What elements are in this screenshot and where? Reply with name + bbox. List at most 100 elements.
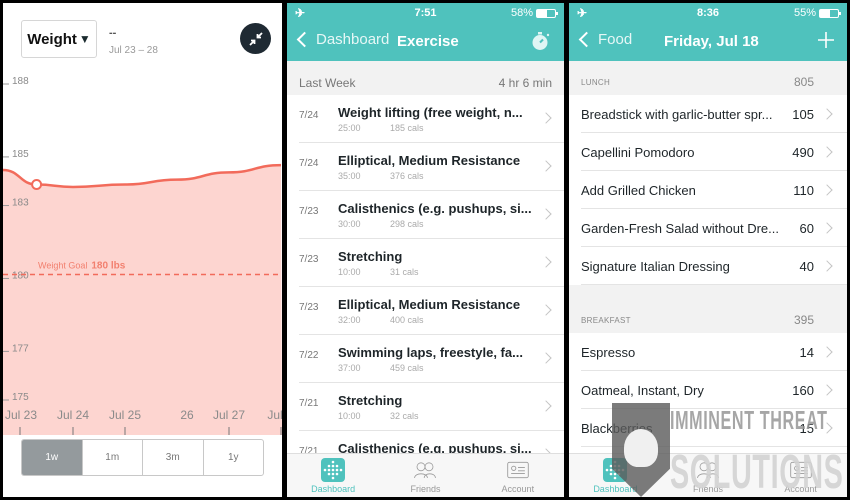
exercise-duration: 37:00 — [338, 363, 361, 373]
period-1w[interactable]: 1w — [22, 440, 83, 475]
exercise-duration: 25:00 — [338, 123, 361, 133]
tab-label: Dashboard — [593, 484, 638, 494]
nav-bar: Food Friday, Jul 18 — [569, 23, 847, 61]
weight-area-fill — [3, 165, 282, 435]
y-tick-label: 177 — [12, 343, 29, 354]
food-calories: 14 — [799, 345, 814, 360]
tab-label: Account — [501, 484, 535, 494]
friends-icon — [413, 458, 437, 482]
current-value: -- — [109, 27, 117, 39]
goal-label: Weight Goal 180 lbs — [38, 260, 126, 271]
goal-label-text: Weight Goal — [38, 260, 87, 270]
nav-bar: Dashboard Exercise — [287, 23, 564, 61]
weight-panel: Weight ▼ -- Jul 23 – 28 175 177 180 183 185 1… — [3, 3, 282, 497]
exercise-calories: 32 cals — [390, 411, 419, 421]
period-1m[interactable]: 1m — [83, 440, 143, 475]
tab-account[interactable]: Account — [754, 454, 847, 497]
collapse-arrows-icon — [248, 31, 263, 46]
exercise-row[interactable]: 7/23 Elliptical, Medium Resistance 32:00… — [299, 287, 564, 335]
stopwatch-icon — [532, 32, 550, 50]
chevron-right-icon — [821, 346, 833, 358]
weight-marker[interactable] — [31, 179, 43, 191]
back-button[interactable]: Dashboard — [293, 31, 389, 48]
back-label: Dashboard — [316, 31, 390, 48]
add-button[interactable] — [815, 29, 837, 56]
exercise-row[interactable]: 7/24 Elliptical, Medium Resistance 35:00… — [299, 143, 564, 191]
food-row[interactable]: Signature Italian Dressing 40 — [581, 247, 847, 285]
food-calories: 110 — [793, 183, 814, 198]
tab-label: Friends — [693, 484, 724, 494]
chevron-right-icon — [540, 208, 552, 220]
chevron-right-icon — [540, 160, 552, 172]
chevron-right-icon — [540, 112, 552, 124]
stopwatch-button[interactable] — [530, 30, 552, 57]
food-row[interactable]: Capellini Pomodoro 490 — [581, 133, 847, 171]
food-name: Espresso — [581, 345, 636, 360]
exercise-row[interactable]: 7/22 Swimming laps, freestyle, fa... 37:… — [299, 335, 564, 383]
x-tick-label: 26 — [180, 408, 194, 422]
exercise-date: 7/24 — [299, 158, 319, 169]
chevron-right-icon — [540, 352, 552, 364]
chevron-right-icon — [540, 400, 552, 412]
exercise-name: Weight lifting (free weight, n... — [338, 105, 523, 120]
period-selector: 1w 1m 3m 1y — [21, 439, 264, 476]
period-3m[interactable]: 3m — [143, 440, 204, 475]
page-title: Friday, Jul 18 — [664, 33, 759, 50]
chevron-right-icon — [821, 260, 833, 272]
tab-label: Friends — [410, 484, 441, 494]
exercise-date: 7/23 — [299, 302, 319, 313]
exercise-row[interactable]: 7/21 Stretching 10:00 32 cals — [299, 383, 564, 431]
food-row[interactable]: Espresso 14 — [581, 333, 847, 371]
tab-friends[interactable]: Friends — [662, 454, 755, 497]
chevron-right-icon — [540, 256, 552, 268]
status-bar: ✈ 7:51 58% — [287, 3, 564, 23]
x-tick-label: Jul — [267, 408, 282, 422]
friends-icon — [696, 458, 720, 482]
exercise-date: 7/21 — [299, 398, 319, 409]
food-panel: ✈ 8:36 55% Food Friday, Jul 18 LUNCH 805… — [569, 3, 847, 497]
food-row[interactable]: Add Grilled Chicken 110 — [581, 171, 847, 209]
x-tick-label: Jul 23 — [5, 408, 37, 422]
x-tick-label: Jul 25 — [109, 408, 141, 422]
food-row[interactable]: Oatmeal, Instant, Dry 160 — [581, 371, 847, 409]
tab-dashboard[interactable]: Dashboard — [287, 454, 379, 497]
exercise-calories: 376 cals — [390, 171, 424, 181]
weight-chart: 175 177 180 183 185 188 Weight Goal 180 lbs Ju… — [3, 76, 282, 435]
exercise-duration: 30:00 — [338, 219, 361, 229]
metric-dropdown[interactable]: Weight ▼ — [21, 20, 97, 58]
exercise-row[interactable]: 7/23 Calisthenics (e.g. pushups, si... 3… — [299, 191, 564, 239]
tab-dashboard[interactable]: Dashboard — [569, 454, 662, 497]
meal-total: 395 — [793, 313, 814, 327]
chevron-left-icon — [296, 31, 313, 48]
tab-account[interactable]: Account — [472, 454, 564, 497]
section-label: Last Week — [299, 76, 356, 90]
account-icon — [789, 458, 813, 482]
exercise-calories: 459 cals — [390, 363, 424, 373]
tab-friends[interactable]: Friends — [379, 454, 471, 497]
tab-label: Dashboard — [311, 484, 356, 494]
food-row[interactable]: Breadstick with garlic-butter spr... 105 — [581, 95, 847, 133]
food-row[interactable]: Garden-Fresh Salad without Dre... 60 — [581, 209, 847, 247]
meal-total: 805 — [793, 75, 814, 89]
food-row[interactable]: Blackberries 15 — [581, 409, 847, 447]
y-tick-label: 188 — [12, 76, 29, 87]
exercise-date: 7/23 — [299, 206, 319, 217]
dashboard-icon — [603, 458, 628, 482]
back-button[interactable]: Food — [575, 31, 632, 48]
food-name: Oatmeal, Instant, Dry — [581, 383, 704, 398]
period-1y[interactable]: 1y — [204, 440, 264, 475]
battery-percent: 58% — [510, 7, 533, 19]
food-name: Blackberries — [581, 421, 653, 436]
y-tick-label: 175 — [12, 392, 29, 403]
exercise-name: Stretching — [338, 393, 403, 408]
collapse-button[interactable] — [240, 23, 271, 54]
y-tick-label: 185 — [12, 149, 29, 160]
exercise-row[interactable]: 7/24 Weight lifting (free weight, n... 2… — [299, 95, 564, 143]
exercise-list: 7/24 Weight lifting (free weight, n... 2… — [287, 95, 564, 479]
exercise-row[interactable]: 7/23 Stretching 10:00 31 cals — [299, 239, 564, 287]
food-name: Breadstick with garlic-butter spr... — [581, 107, 773, 122]
food-name: Add Grilled Chicken — [581, 183, 696, 198]
food-calories: 160 — [792, 383, 814, 398]
goal-value: 180 lbs — [91, 260, 125, 271]
exercise-calories: 31 cals — [390, 267, 419, 277]
